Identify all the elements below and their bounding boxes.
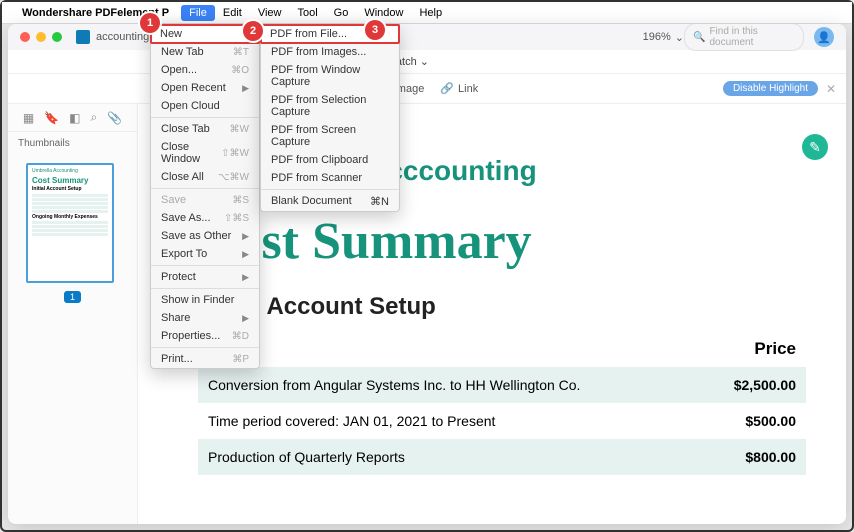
document-icon (76, 30, 90, 44)
menu-save: Save⌘S (151, 191, 259, 209)
close-window-button[interactable] (20, 32, 30, 42)
menu-export-to[interactable]: Export To▶ (151, 245, 259, 263)
minimize-window-button[interactable] (36, 32, 46, 42)
menu-open[interactable]: Open...⌘O (151, 61, 259, 79)
submenu-arrow-icon: ▶ (242, 83, 249, 94)
submenu-pdf-from-clipboard[interactable]: PDF from Clipboard (261, 151, 399, 169)
menu-save-as[interactable]: Save As...⇧⌘S (151, 209, 259, 227)
menubar-view[interactable]: View (250, 5, 290, 21)
page-number-badge: 1 (64, 291, 81, 303)
attachments-icon[interactable]: 📎 (107, 111, 122, 125)
submenu-arrow-icon: ▶ (242, 231, 249, 242)
menu-print[interactable]: Print...⌘P (151, 350, 259, 368)
submenu-blank-document[interactable]: Blank Document⌘N (261, 192, 399, 211)
close-highlight-icon[interactable]: ✕ (826, 82, 836, 96)
menu-open-cloud[interactable]: Open Cloud (151, 97, 259, 115)
zoom-control[interactable]: 196% ⌄ (643, 31, 684, 44)
thumbnails-icon[interactable]: ▦ (23, 111, 34, 125)
submenu-arrow-icon: ▶ (242, 249, 249, 260)
col-price: Price (701, 331, 806, 367)
traffic-lights (20, 32, 62, 42)
doc-main-title: Cost Summary (198, 212, 806, 271)
main-toolbar: orm Security Tool Batch ⌄ (8, 50, 846, 74)
menu-close-tab[interactable]: Close Tab⌘W (151, 120, 259, 138)
submenu-pdf-from-scanner[interactable]: PDF from Scanner (261, 169, 399, 187)
search-input[interactable]: 🔍 Find in this document (684, 24, 804, 51)
menubar-window[interactable]: Window (356, 5, 411, 21)
submenu-pdf-from-window[interactable]: PDF from Window Capture (261, 61, 399, 91)
step-badge-2: 2 (243, 21, 263, 41)
doc-section-heading: Initial Account Setup (198, 293, 806, 321)
menu-save-other[interactable]: Save as Other▶ (151, 227, 259, 245)
tool-link[interactable]: 🔗Link (440, 82, 478, 95)
eraser-floating-button[interactable]: ✎ (802, 134, 828, 160)
submenu-arrow-icon: ▶ (242, 272, 249, 283)
menubar-tool[interactable]: Tool (289, 5, 325, 21)
search-placeholder: Find in this document (709, 26, 795, 48)
menu-close-window[interactable]: Close Window⇧⌘W (151, 138, 259, 168)
menu-open-recent[interactable]: Open Recent▶ (151, 79, 259, 97)
col-name: Name (198, 331, 701, 367)
search-icon: 🔍 (693, 32, 705, 43)
zoom-value: 196% (643, 31, 671, 43)
menubar-edit[interactable]: Edit (215, 5, 250, 21)
chevron-down-icon: ⌄ (675, 31, 684, 44)
user-avatar[interactable]: 👤 (814, 27, 834, 47)
person-icon: 👤 (817, 31, 831, 44)
menu-protect[interactable]: Protect▶ (151, 268, 259, 286)
system-menubar: Wondershare PDFelement P File Edit View … (2, 2, 852, 24)
sidebar: ▦ 🔖 ◧ ⌕ 📎 Thumbnails Umbrella Accounting… (8, 104, 138, 524)
link-icon: 🔗 (440, 82, 454, 95)
search-panel-icon[interactable]: ⌕ (90, 110, 97, 125)
menu-properties[interactable]: Properties...⌘D (151, 327, 259, 345)
window-titlebar: accounting-sign_O... 196% ⌄ 🔍 Find in th… (8, 24, 846, 50)
menu-show-in-finder[interactable]: Show in Finder (151, 291, 259, 309)
app-window: accounting-sign_O... 196% ⌄ 🔍 Find in th… (8, 24, 846, 524)
submenu-arrow-icon: ▶ (242, 313, 249, 324)
step-badge-3: 3 (365, 20, 385, 40)
menu-close-all[interactable]: Close All⌥⌘W (151, 168, 259, 186)
disable-highlight-button[interactable]: Disable Highlight (723, 81, 818, 96)
submenu-pdf-from-screen[interactable]: PDF from Screen Capture (261, 121, 399, 151)
menubar-go[interactable]: Go (326, 5, 357, 21)
main-area: ▦ 🔖 ◧ ⌕ 📎 Thumbnails Umbrella Accounting… (8, 104, 846, 524)
chevron-down-icon: ⌄ (420, 56, 429, 68)
menubar-help[interactable]: Help (411, 5, 450, 21)
secondary-toolbar: 🖼Image 🔗Link Disable Highlight ✕ (8, 74, 846, 104)
price-table: Name Price Conversion from Angular Syste… (198, 331, 806, 475)
table-row: Production of Quarterly Reports $800.00 (198, 439, 806, 475)
maximize-window-button[interactable] (52, 32, 62, 42)
step-badge-1: 1 (140, 13, 160, 33)
page-thumbnail[interactable]: Umbrella Accounting Cost Summary Initial… (26, 163, 114, 283)
menu-share[interactable]: Share▶ (151, 309, 259, 327)
submenu-pdf-from-selection[interactable]: PDF from Selection Capture (261, 91, 399, 121)
sidebar-icon-row: ▦ 🔖 ◧ ⌕ 📎 (8, 104, 137, 132)
file-menu-dropdown: New▶ New Tab⌘T Open...⌘O Open Recent▶ Op… (150, 24, 260, 369)
bookmarks-icon[interactable]: 🔖 (44, 111, 59, 125)
menu-new-tab[interactable]: New Tab⌘T (151, 43, 259, 61)
submenu-pdf-from-images[interactable]: PDF from Images... (261, 43, 399, 61)
eraser-icon: ✎ (809, 139, 821, 156)
sidebar-panel-title: Thumbnails (8, 132, 137, 155)
table-row: Time period covered: JAN 01, 2021 to Pre… (198, 403, 806, 439)
layers-icon[interactable]: ◧ (69, 111, 80, 125)
table-row: Conversion from Angular Systems Inc. to … (198, 367, 806, 403)
new-submenu-dropdown: PDF from File... PDF from Images... PDF … (260, 24, 400, 212)
menubar-file[interactable]: File (181, 5, 215, 21)
